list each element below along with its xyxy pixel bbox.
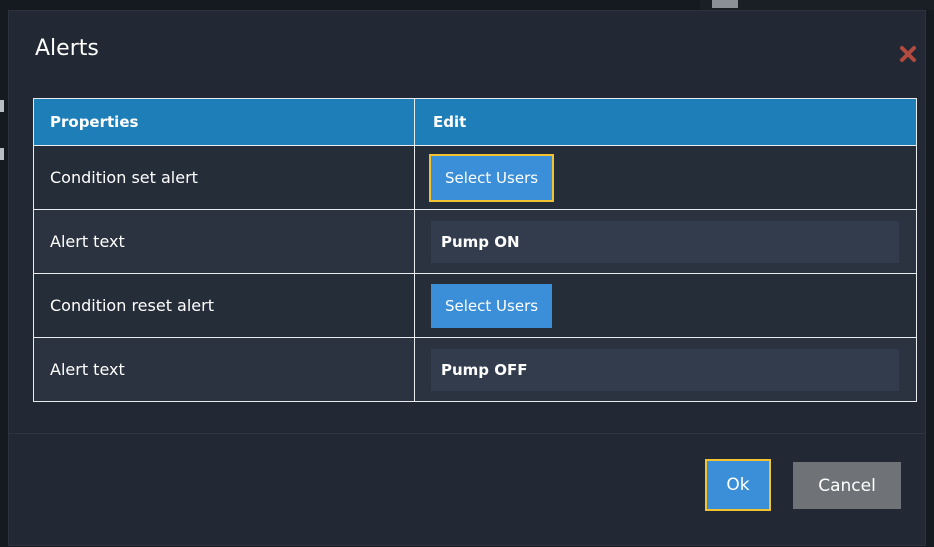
select-users-set-button[interactable]: Select Users [428, 153, 555, 202]
cancel-button[interactable]: Cancel [793, 462, 901, 509]
footer-divider [9, 433, 925, 434]
select-users-reset-button[interactable]: Select Users [431, 283, 553, 328]
background-icon [712, 0, 738, 8]
alert-text-reset-input[interactable] [431, 348, 899, 391]
close-icon[interactable] [897, 43, 919, 65]
background-marker [0, 100, 4, 112]
property-label: Alert text [34, 210, 415, 273]
edit-cell [415, 338, 916, 401]
alerts-properties-table: Properties Edit Condition set alert Sele… [33, 98, 917, 402]
edit-cell: Select Users [415, 146, 916, 209]
ok-button[interactable]: Ok [705, 459, 771, 511]
table-row: Condition set alert Select Users [34, 145, 916, 209]
column-header-edit: Edit [433, 113, 467, 131]
alerts-dialog: Alerts Properties Edit Condition set ale… [8, 10, 926, 546]
table-row: Alert text [34, 337, 916, 401]
table-row: Condition reset alert Select Users [34, 273, 916, 337]
table-row: Alert text [34, 209, 916, 273]
property-label: Alert text [34, 338, 415, 401]
background-marker [0, 148, 4, 160]
property-label: Condition reset alert [34, 274, 415, 337]
alert-text-set-input[interactable] [431, 220, 899, 263]
column-header-properties: Properties [34, 99, 415, 145]
table-header-row: Properties Edit [34, 99, 916, 145]
edit-cell: Select Users [415, 274, 916, 337]
dialog-title: Alerts [35, 36, 99, 61]
property-label: Condition set alert [34, 146, 415, 209]
edit-cell [415, 210, 916, 273]
